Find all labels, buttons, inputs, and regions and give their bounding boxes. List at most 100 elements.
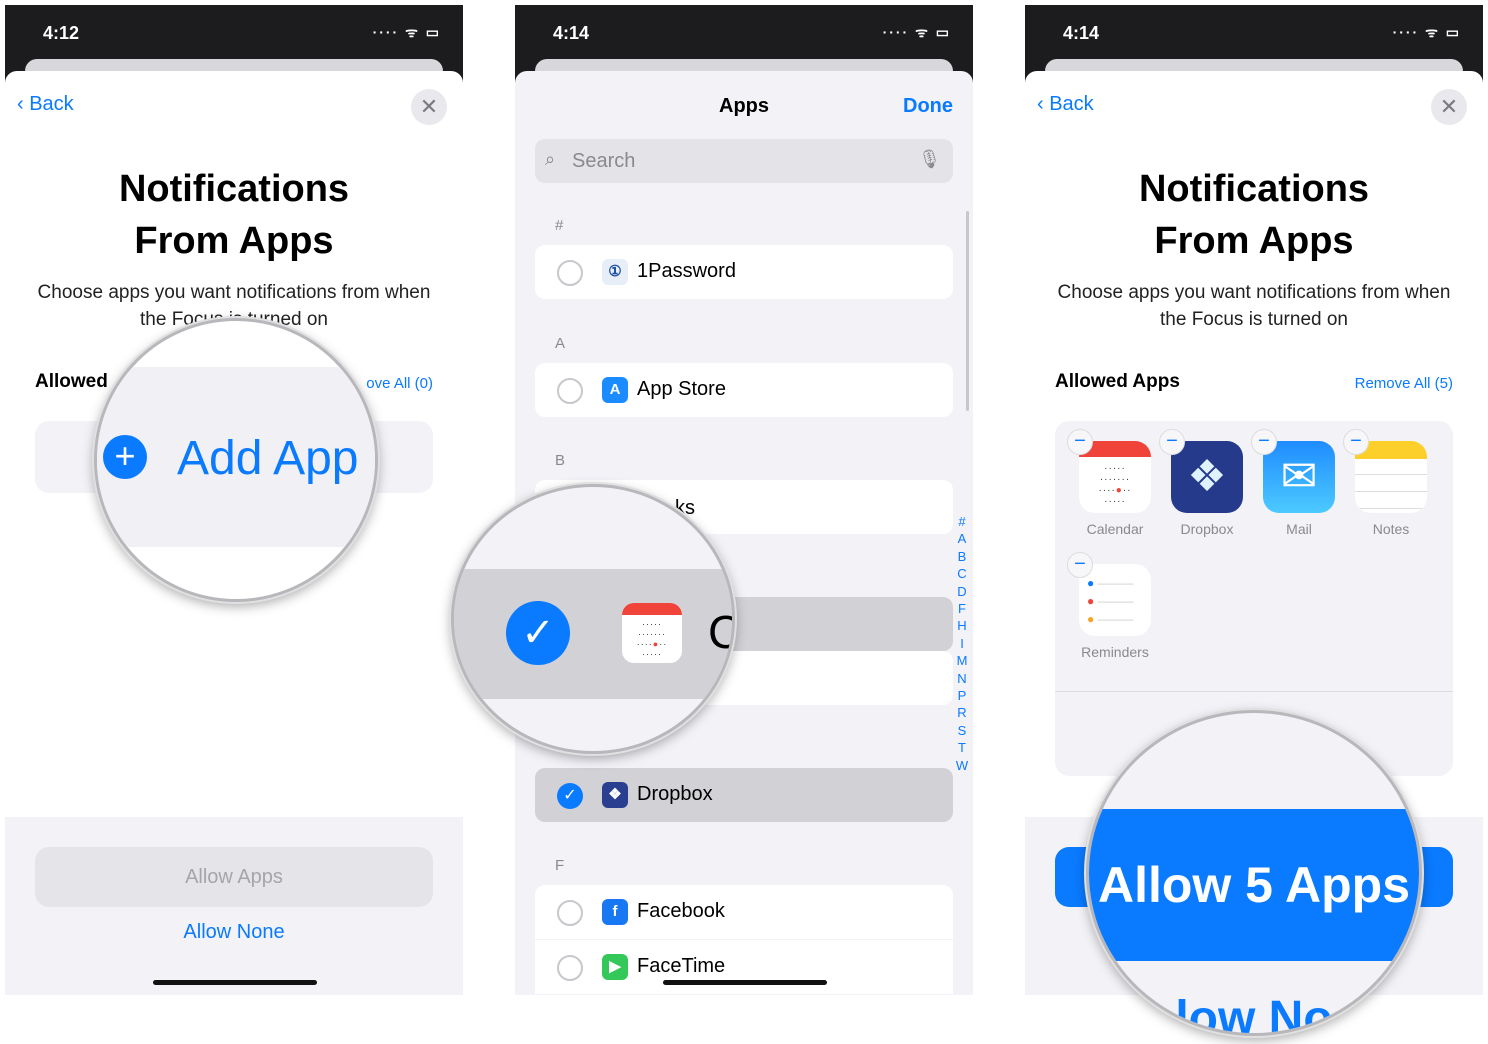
chevron-left-icon: ‹ bbox=[1037, 93, 1050, 115]
description: Choose apps you want notifications from … bbox=[1057, 282, 1451, 330]
index-letter[interactable]: D bbox=[955, 583, 969, 600]
section-header: B bbox=[555, 452, 566, 469]
clock: 4:12 bbox=[43, 23, 80, 43]
facebook-icon: f bbox=[602, 899, 628, 925]
title-line: Notifications bbox=[118, 168, 350, 210]
dropbox-icon: ❖ bbox=[1171, 441, 1243, 513]
home-indicator bbox=[153, 980, 317, 985]
app-name: App Store bbox=[637, 378, 726, 400]
clock: 4:14 bbox=[1063, 23, 1100, 43]
section-header: F bbox=[555, 857, 565, 874]
index-letter[interactable]: F bbox=[955, 600, 969, 617]
app-tile-notes[interactable]: − Notes bbox=[1343, 429, 1427, 537]
allow-none-link-zoomed[interactable]: low No bbox=[1089, 991, 1419, 1033]
microphone-icon[interactable]: 🎙 bbox=[918, 149, 941, 170]
calendar-icon: ····· ······· ····●·· ····· bbox=[1079, 441, 1151, 513]
remove-all-link[interactable]: ove All (0) bbox=[366, 375, 433, 392]
app-name-zoomed: C bbox=[708, 605, 732, 659]
index-letter[interactable]: S bbox=[955, 722, 969, 739]
index-letter[interactable]: H bbox=[955, 617, 969, 634]
index-letter[interactable]: C bbox=[955, 565, 969, 582]
radio-unchecked[interactable] bbox=[557, 900, 583, 926]
index-letter[interactable]: W bbox=[955, 757, 969, 774]
back-label: Back bbox=[1049, 93, 1094, 115]
index-letter[interactable]: # bbox=[955, 513, 969, 530]
facetime-icon: ▶ bbox=[602, 954, 628, 980]
allow-5-apps-button-zoomed[interactable]: Allow 5 Apps bbox=[1089, 809, 1419, 961]
close-button[interactable]: ✕ bbox=[411, 89, 447, 125]
index-letter[interactable]: M bbox=[955, 652, 969, 669]
home-indicator bbox=[663, 980, 827, 985]
remove-all-link[interactable]: Remove All (5) bbox=[1355, 375, 1453, 392]
signal-wifi-battery-icon: ···· ᯤ ▭ bbox=[1392, 24, 1461, 40]
section-header: A bbox=[555, 335, 566, 352]
footer: Allow Apps Allow None bbox=[5, 817, 463, 995]
app-label: Dropbox bbox=[1180, 521, 1234, 537]
search-icon: ⌕ bbox=[545, 149, 556, 169]
status-bar: 4:14 ···· ᯤ ▭ bbox=[1025, 5, 1483, 65]
app-label: Mail bbox=[1286, 521, 1312, 537]
page-title: Notifications From Apps bbox=[5, 163, 463, 267]
remove-icon[interactable]: − bbox=[1159, 429, 1185, 455]
magnifier: ✓ ················●······· C bbox=[451, 484, 735, 754]
list-item-selected[interactable]: ✓ ❖ Dropbox bbox=[535, 768, 953, 822]
add-app-label: Add App bbox=[177, 432, 359, 485]
signal-wifi-battery-icon: ···· ᯤ ▭ bbox=[372, 24, 441, 40]
section-index[interactable]: # A B C D F H I M N P R S T W bbox=[955, 513, 969, 774]
remove-icon[interactable]: − bbox=[1343, 429, 1369, 455]
status-bar: 4:12 ···· ᯤ ▭ bbox=[5, 5, 463, 65]
done-button[interactable]: Done bbox=[903, 95, 953, 118]
status-bar: 4:14 ···· ᯤ ▭ bbox=[515, 5, 973, 65]
back-button[interactable]: ‹ Back bbox=[17, 93, 74, 116]
app-tile-calendar[interactable]: − ····· ······· ····●·· ····· Calendar bbox=[1067, 429, 1151, 537]
radio-unchecked[interactable] bbox=[557, 955, 583, 981]
radio-unchecked[interactable] bbox=[557, 378, 583, 404]
remove-icon[interactable]: − bbox=[1067, 429, 1093, 455]
checkmark-icon[interactable]: ✓ bbox=[506, 601, 570, 665]
index-letter[interactable]: P bbox=[955, 687, 969, 704]
radio-unchecked[interactable] bbox=[557, 260, 583, 286]
reminders-icon: ● ——— ● ——— ● ——— bbox=[1079, 564, 1151, 636]
app-label: Calendar bbox=[1086, 521, 1144, 537]
app-tile-mail[interactable]: − ✉ Mail bbox=[1251, 429, 1335, 537]
search-placeholder: Search bbox=[572, 150, 636, 172]
signal-wifi-battery-icon: ···· ᯤ ▭ bbox=[882, 24, 951, 40]
title-line: Notifications bbox=[1138, 168, 1370, 210]
index-letter[interactable]: T bbox=[955, 739, 969, 756]
calendar-row-zoomed[interactable]: ✓ ················●······· C bbox=[454, 569, 732, 699]
app-store-icon: A bbox=[602, 377, 628, 403]
back-button[interactable]: ‹ Back bbox=[1037, 93, 1094, 116]
allow-none-link[interactable]: Allow None bbox=[5, 921, 463, 944]
allowed-apps-label: Allowed Apps bbox=[1055, 371, 1180, 392]
app-tile-dropbox[interactable]: − ❖ Dropbox bbox=[1159, 429, 1243, 537]
index-letter[interactable]: I bbox=[955, 635, 969, 652]
calendar-icon: ····· ······· ····●·· ····· bbox=[622, 603, 682, 663]
app-name: Dropbox bbox=[637, 783, 713, 805]
close-button[interactable]: ✕ bbox=[1431, 89, 1467, 125]
list-item[interactable]: A App Store bbox=[535, 363, 953, 417]
add-app-zoomed[interactable]: + Add App bbox=[97, 367, 375, 547]
divider bbox=[1055, 691, 1453, 692]
allow-apps-button[interactable]: Allow Apps bbox=[35, 847, 433, 907]
list-item[interactable]: f Facebook bbox=[535, 885, 953, 939]
app-tile-reminders[interactable]: − ● ——— ● ——— ● ——— Reminders bbox=[1067, 552, 1151, 660]
remove-icon[interactable]: − bbox=[1067, 552, 1093, 578]
scrollbar[interactable] bbox=[966, 211, 969, 411]
index-letter[interactable]: A bbox=[955, 530, 969, 547]
app-name: 1Password bbox=[637, 260, 736, 282]
list-item[interactable]: ▶ FaceTime bbox=[535, 940, 953, 994]
index-letter[interactable]: R bbox=[955, 704, 969, 721]
checkmark-icon[interactable]: ✓ bbox=[557, 783, 583, 809]
clock: 4:14 bbox=[553, 23, 590, 43]
page-title: Notifications From Apps bbox=[1025, 163, 1483, 267]
list-item[interactable]: ① 1Password bbox=[535, 245, 953, 299]
app-name: FaceTime bbox=[637, 955, 726, 977]
app-label: Notes bbox=[1372, 521, 1410, 537]
section-header: # bbox=[555, 217, 564, 234]
index-letter[interactable]: N bbox=[955, 670, 969, 687]
app-name: Facebook bbox=[637, 900, 725, 922]
magnifier: Allow 5 Apps low No bbox=[1086, 710, 1422, 1036]
remove-icon[interactable]: − bbox=[1251, 429, 1277, 455]
index-letter[interactable]: B bbox=[955, 548, 969, 565]
search-input[interactable]: ⌕ Search 🎙 bbox=[535, 139, 953, 183]
